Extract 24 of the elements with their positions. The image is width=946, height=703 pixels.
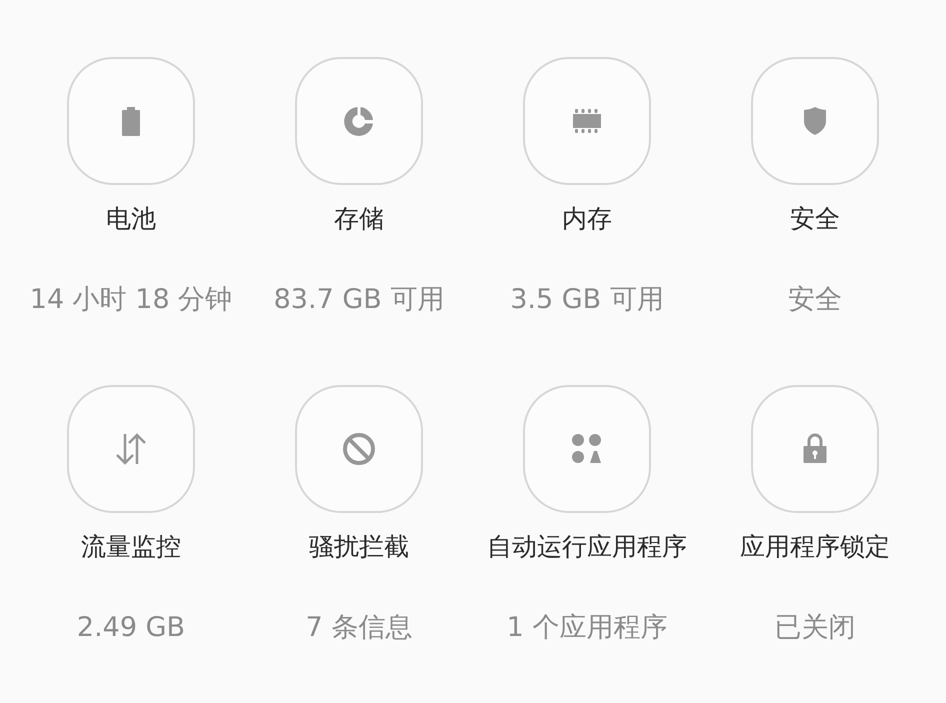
tile-value: 14 小时 18 分钟 — [30, 283, 232, 317]
tile-button[interactable] — [67, 385, 195, 513]
tile-button[interactable] — [67, 57, 195, 185]
tile-value: 1 个应用程序 — [506, 611, 668, 645]
tile-button[interactable] — [295, 385, 423, 513]
tile-label: 存储 — [334, 203, 384, 235]
tile-value: 安全 — [788, 283, 842, 317]
tile-button[interactable] — [295, 57, 423, 185]
tile-label: 应用程序锁定 — [740, 531, 890, 563]
tile-label: 安全 — [790, 203, 840, 235]
tile-value: 2.49 GB — [76, 611, 186, 645]
tile-value: 已关闭 — [774, 611, 856, 645]
tile-label: 流量监控 — [81, 531, 181, 563]
tile-button[interactable] — [523, 385, 651, 513]
tile-button[interactable] — [523, 57, 651, 185]
tile-label: 自动运行应用程序 — [487, 531, 687, 563]
tile-label: 电池 — [106, 203, 156, 235]
tile-label: 骚扰拦截 — [309, 531, 409, 563]
tile-value: 3.5 GB 可用 — [510, 283, 664, 317]
tile-value: 7 条信息 — [306, 611, 412, 645]
tile-label: 内存 — [562, 203, 612, 235]
tile-value: 83.7 GB 可用 — [274, 283, 444, 317]
tile-button[interactable] — [751, 57, 879, 185]
tile-button[interactable] — [751, 385, 879, 513]
